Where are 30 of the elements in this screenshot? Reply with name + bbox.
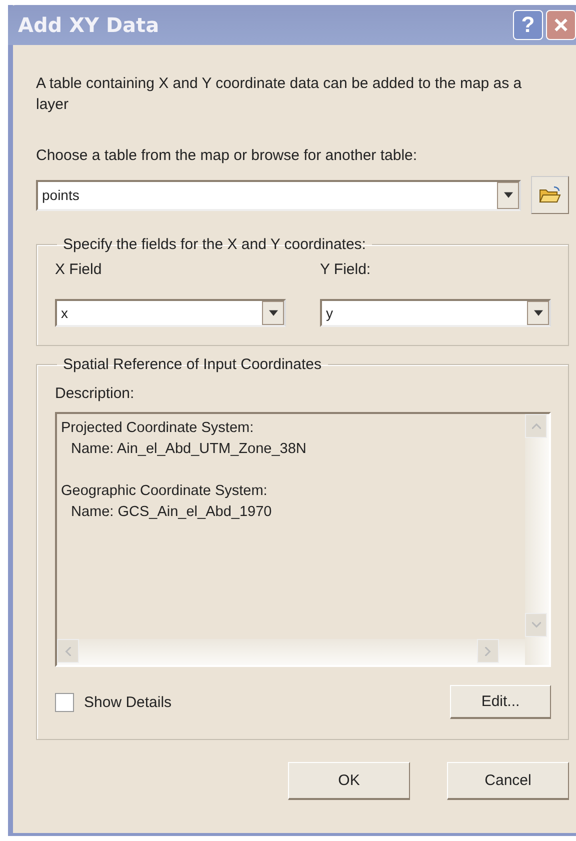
- show-details-checkbox[interactable]: [55, 692, 74, 712]
- y-field-label: Y Field:: [320, 261, 372, 278]
- description-line: Name: Ain_el_Abd_UTM_Zone_38N: [70, 440, 308, 459]
- x-field-label: X Field: [55, 261, 103, 278]
- scroll-right-icon[interactable]: [477, 639, 499, 663]
- show-details-label: Show Details: [84, 694, 172, 710]
- close-button[interactable]: [546, 10, 576, 40]
- description-line: Geographic Coordinate System:: [61, 482, 268, 501]
- vertical-scrollbar[interactable]: [525, 414, 549, 665]
- scroll-down-icon[interactable]: [525, 613, 547, 637]
- cancel-button[interactable]: Cancel: [447, 762, 569, 800]
- description-line: Name: GCS_Ain_el_Abd_1970: [70, 503, 273, 522]
- folder-icon: [539, 186, 561, 204]
- ok-button[interactable]: OK: [288, 762, 410, 800]
- y-field-dropdown[interactable]: y: [320, 299, 551, 327]
- description-label: Description:: [55, 385, 136, 402]
- group-title: Specify the fields for the X and Y coordinates:: [62, 236, 367, 253]
- browse-button[interactable]: [531, 176, 569, 214]
- description-line: Projected Coordinate System:: [61, 419, 255, 438]
- intro-text: A table containing X and Y coordinate data can be added to the map as a layer: [36, 74, 523, 115]
- horizontal-scrollbar[interactable]: [57, 639, 525, 665]
- window-title: Add XY Data: [18, 13, 160, 37]
- table-dropdown[interactable]: points: [36, 180, 521, 210]
- table-prompt: Choose a table from the map or browse for another table:: [36, 146, 418, 166]
- scroll-up-icon[interactable]: [525, 414, 547, 438]
- edit-button[interactable]: Edit...: [450, 685, 551, 719]
- group-title: Spatial Reference of Input Coordinates: [62, 356, 322, 373]
- scroll-left-icon[interactable]: [57, 639, 79, 663]
- close-icon: [553, 17, 569, 33]
- x-field-dropdown[interactable]: x: [55, 299, 286, 327]
